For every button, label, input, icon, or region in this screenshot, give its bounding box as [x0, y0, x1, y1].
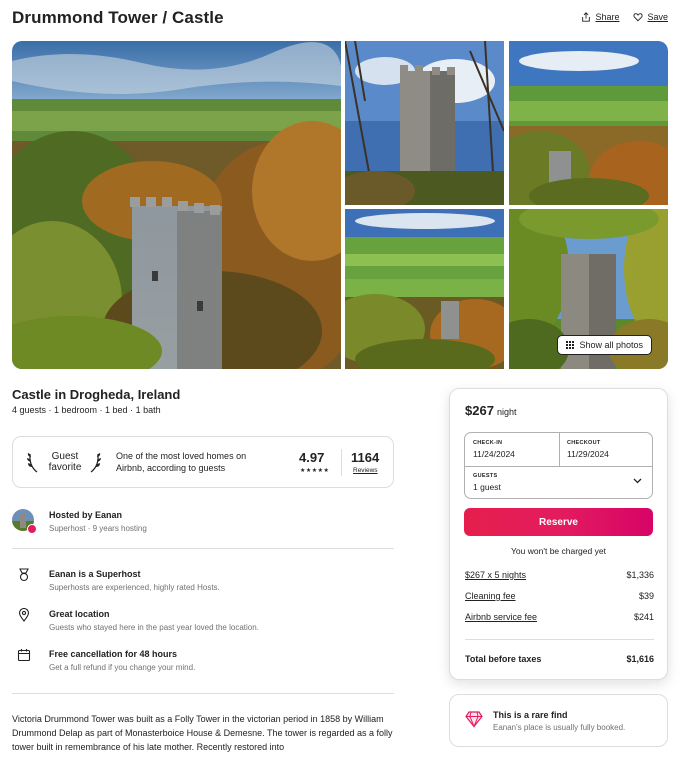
- calendar-icon: [17, 649, 31, 662]
- checkout-field[interactable]: CHECKOUT 11/29/2024: [560, 433, 654, 466]
- save-label: Save: [647, 12, 668, 22]
- guest-favorite-line2: favorite: [48, 462, 82, 473]
- highlight-title: Great location: [49, 609, 110, 619]
- checkin-label: CHECK-IN: [473, 440, 503, 446]
- checkin-value: 11/24/2024: [473, 449, 515, 459]
- photo-gallery: Show all photos: [12, 41, 668, 369]
- fee-row: $267 x 5 nights $1,336: [465, 570, 654, 580]
- divider: [12, 693, 394, 694]
- price-unit: night: [497, 407, 517, 417]
- location-pin-icon: [18, 608, 30, 622]
- total-divider: [465, 639, 654, 640]
- rare-find-card: This is a rare find Eanan's place is usu…: [449, 694, 668, 747]
- fee-row: Airbnb service fee $241: [465, 612, 654, 622]
- fee-label[interactable]: Airbnb service fee: [465, 612, 537, 622]
- fee-label[interactable]: Cleaning fee: [465, 591, 516, 601]
- share-button[interactable]: Share: [581, 12, 619, 22]
- total-amount: $1,616: [626, 654, 654, 664]
- show-all-photos-label: Show all photos: [579, 340, 643, 350]
- highlight-description: Superhosts are experienced, highly rated…: [49, 583, 220, 592]
- superhost-badge-icon: [27, 524, 37, 534]
- guest-favorite-card[interactable]: Guest favorite One of the most loved hom…: [12, 436, 394, 488]
- diamond-icon: [465, 711, 483, 728]
- laurel-left-icon: [27, 453, 38, 473]
- rare-find-title: This is a rare find: [493, 710, 568, 720]
- fee-amount: $241: [633, 612, 654, 622]
- fee-label[interactable]: $267 x 5 nights: [465, 570, 526, 580]
- listing-facts: 4 guests · 1 bedroom · 1 bed · 1 bath: [12, 405, 161, 415]
- rating-value: 4.97: [299, 450, 325, 465]
- date-guest-picker: CHECK-IN 11/24/2024 CHECKOUT 11/29/2024 …: [464, 432, 653, 499]
- laurel-right-icon: [90, 453, 101, 473]
- total-label: Total before taxes: [465, 654, 542, 664]
- host-name: Hosted by Eanan: [49, 510, 123, 520]
- share-label: Share: [595, 12, 620, 22]
- checkout-value: 11/29/2024: [567, 449, 609, 459]
- highlight-description: Guests who stayed here in the past year …: [49, 623, 259, 632]
- show-all-photos-button[interactable]: Show all photos: [557, 335, 652, 355]
- price-per-night: $267: [465, 403, 494, 418]
- header-actions: Share Save: [581, 12, 668, 22]
- listing-subtitle: Castle in Drogheda, Ireland: [12, 387, 181, 402]
- main-photo[interactable]: [12, 41, 341, 369]
- listing-description: Victoria Drummond Tower was built as a F…: [12, 714, 393, 752]
- guest-favorite-label: Guest favorite: [43, 451, 87, 473]
- chevron-down-icon: [633, 478, 642, 484]
- host-meta: Superhost · 9 years hosting: [49, 524, 147, 533]
- rating-divider: [341, 449, 342, 476]
- photo-3[interactable]: [509, 41, 668, 205]
- fee-amount: $1,336: [626, 570, 654, 580]
- total-row: Total before taxes $1,616: [465, 654, 654, 664]
- highlight-description: Get a full refund if you change your min…: [49, 663, 196, 672]
- reserve-button[interactable]: Reserve: [464, 508, 653, 536]
- guests-value: 1 guest: [473, 482, 501, 492]
- rating-stars: ★★★★★: [300, 468, 330, 474]
- checkout-label: CHECKOUT: [567, 440, 601, 446]
- no-charge-note: You won't be charged yet: [511, 546, 606, 556]
- highlight-title: Free cancellation for 48 hours: [49, 649, 178, 659]
- reviews-count: 1164: [351, 450, 380, 465]
- heart-icon: [633, 13, 644, 22]
- guests-field[interactable]: GUESTS 1 guest: [465, 467, 654, 500]
- photo-4[interactable]: [345, 209, 504, 369]
- reviews-link[interactable]: Reviews: [353, 467, 378, 474]
- share-icon: [582, 12, 591, 22]
- photo-2[interactable]: [345, 41, 504, 205]
- grid-icon: [566, 341, 575, 349]
- guest-favorite-description: One of the most loved homes on Airbnb, a…: [116, 451, 247, 473]
- fee-row: Cleaning fee $39: [465, 591, 654, 601]
- fee-amount: $39: [638, 591, 654, 601]
- checkin-field[interactable]: CHECK-IN 11/24/2024: [465, 433, 559, 466]
- booking-card: $267 night CHECK-IN 11/24/2024 CHECKOUT …: [449, 388, 668, 680]
- rare-find-description: Eanan's place is usually fully booked.: [493, 723, 626, 732]
- medal-icon: [19, 568, 29, 582]
- highlight-title: Eanan is a Superhost: [49, 569, 141, 579]
- divider: [12, 548, 394, 549]
- guests-label: GUESTS: [473, 473, 498, 479]
- save-button[interactable]: Save: [633, 12, 668, 22]
- page-title: Drummond Tower / Castle: [12, 8, 224, 27]
- guest-favorite-line1: Guest: [51, 451, 79, 462]
